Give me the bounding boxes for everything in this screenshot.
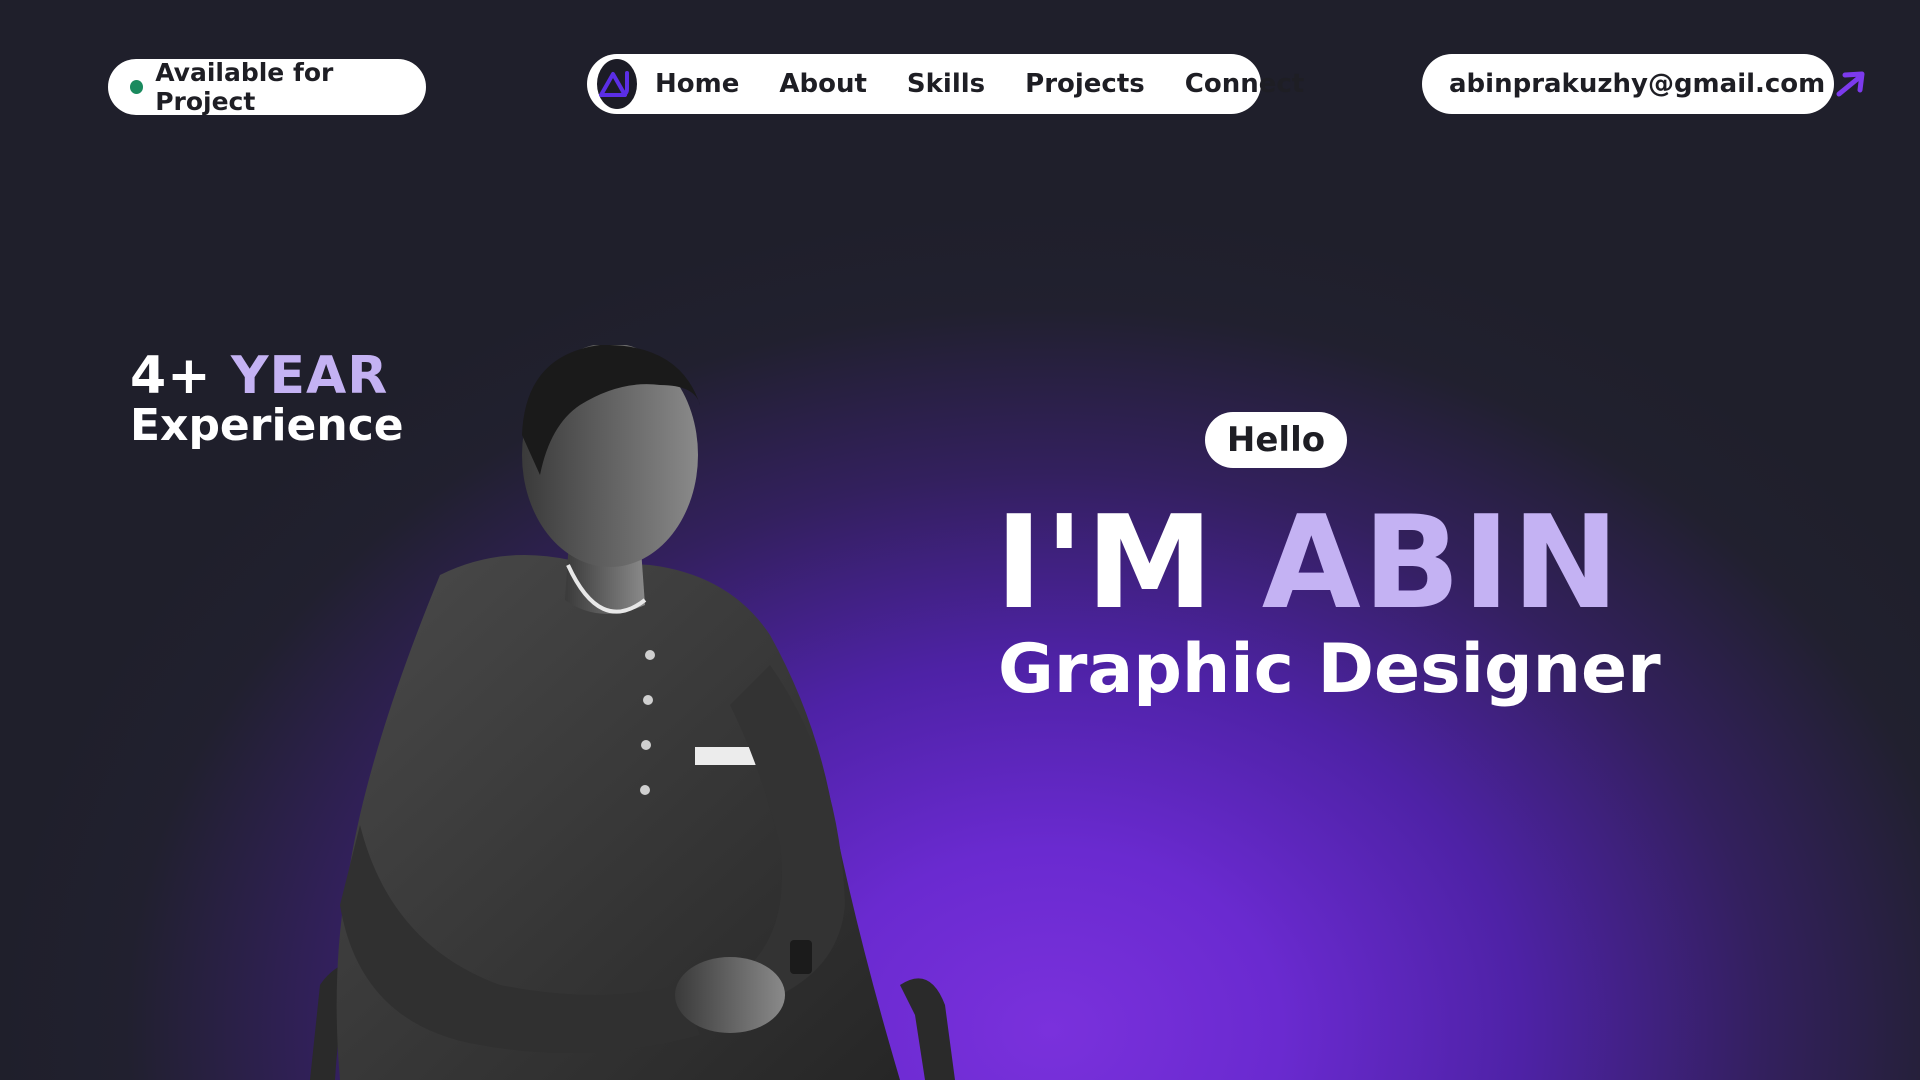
status-dot — [130, 80, 144, 94]
arrow-up-right-icon — [1835, 70, 1867, 98]
logo-icon[interactable] — [597, 59, 637, 109]
nav-item-projects[interactable]: Projects — [1025, 69, 1145, 99]
nav-item-skills[interactable]: Skills — [907, 69, 985, 99]
email-contact-button[interactable]: abinprakuzhy@gmail.com — [1422, 54, 1865, 114]
nav-item-connect[interactable]: Connect — [1185, 69, 1304, 99]
availability-label: Available for Project — [155, 58, 334, 116]
experience-years: 4+ — [130, 346, 212, 406]
hero-name: ABIN — [1261, 489, 1622, 638]
nav-item-about[interactable]: About — [779, 69, 867, 99]
hero-role: Graphic Designer — [998, 630, 1661, 709]
portrait-photo — [310, 345, 955, 1080]
hero-page: Available for Project Home About Skills … — [0, 0, 1920, 1080]
greeting-badge: Hello — [1205, 412, 1347, 468]
main-nav: Home About Skills Projects Connect — [587, 54, 1304, 114]
email-address: abinprakuzhy@gmail.com — [1449, 69, 1826, 99]
hero-intro: I'M — [995, 489, 1216, 638]
availability-badge: Available for Project — [108, 58, 426, 116]
hero-title: I'M ABIN — [995, 500, 1621, 628]
nav-item-home[interactable]: Home — [655, 69, 739, 99]
